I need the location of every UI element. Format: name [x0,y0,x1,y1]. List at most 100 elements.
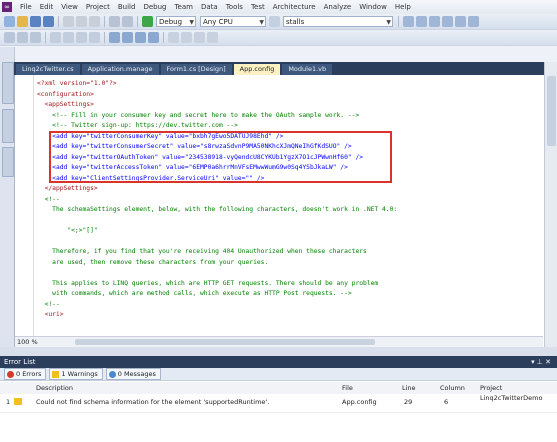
xml-debug-icon[interactable] [194,32,205,43]
vertical-scroll-thumb[interactable] [547,76,556,146]
code-line[interactable]: Therefore, if you find that you're recei… [37,247,367,256]
menu-item-view[interactable]: View [57,3,82,11]
code-line[interactable]: "<;>"[]" [37,226,97,235]
errors-filter-button[interactable]: 0 Errors [4,368,47,380]
code-line[interactable]: with commands, which are method calls, w… [37,289,352,298]
xml-schemas-icon[interactable] [168,32,179,43]
column-header-project[interactable]: Project [480,382,502,394]
code-line[interactable]: <!-- Twitter sign-up: https://dev.twitte… [37,121,238,130]
menu-item-window[interactable]: Window [355,3,391,11]
code-line[interactable]: </appSettings> [37,184,98,193]
horizontal-scroll-thumb[interactable] [75,339,375,345]
column-header-line[interactable]: Line [402,382,416,394]
save-icon[interactable] [30,16,41,27]
menu-item-build[interactable]: Build [114,3,140,11]
editor-vertical-scrollbar[interactable] [544,62,557,347]
code-line[interactable]: <!-- [37,195,60,204]
menu-item-file[interactable]: File [16,3,36,11]
menu-item-data[interactable]: Data [197,3,222,11]
previous-bookmark-icon[interactable] [122,32,133,43]
left-tool-strip [0,47,15,347]
menu-item-analyze[interactable]: Analyze [320,3,356,11]
menu-item-tools[interactable]: Tools [222,3,247,11]
pin-close-icons[interactable]: ▾ ⊥ ✕ [531,356,551,368]
save-all-icon[interactable] [43,16,54,27]
toggle-bookmark-icon[interactable] [109,32,120,43]
parameter-info-icon[interactable] [17,32,28,43]
table-row[interactable]: 1 Could not find schema information for … [0,394,557,412]
solution-explorer-icon[interactable] [403,16,414,27]
row-line: 29 [404,398,413,406]
code-editor[interactable]: <?xml version="1.0"?> <configuration> <ap… [14,75,544,347]
server-explorer-tab[interactable] [2,62,14,104]
word-completion-icon[interactable] [30,32,41,43]
properties-icon[interactable] [416,16,427,27]
document-tab[interactable]: Module1.vb [282,64,333,75]
open-file-icon[interactable] [17,16,28,27]
cut-icon[interactable] [63,16,74,27]
row-project: Linq2cTwitterDemo [480,394,543,402]
toolbox-tab[interactable] [2,109,14,143]
new-project-icon[interactable] [4,16,15,27]
menu-item-edit[interactable]: Edit [36,3,58,11]
column-header-description[interactable]: Description [36,382,73,394]
redo-icon[interactable] [122,16,133,27]
extension-manager-icon[interactable] [468,16,479,27]
code-line[interactable]: <uri> [37,310,64,319]
quick-info-icon[interactable] [4,32,15,43]
start-page-icon[interactable] [455,16,466,27]
menu-item-team[interactable]: Team [170,3,197,11]
code-line[interactable]: The schemaSettings element, below, with … [37,205,397,214]
increase-indent-icon[interactable] [63,32,74,43]
menu-item-test[interactable]: Test [247,3,269,11]
code-line[interactable]: <!-- Fill in your consumer key and secre… [37,111,359,120]
menu-item-help[interactable]: Help [391,3,415,11]
find-icon[interactable] [269,16,280,27]
solution-configuration-select[interactable]: Debug ▼ [156,16,196,27]
next-bookmark-icon[interactable] [135,32,146,43]
document-tab[interactable]: Application.manage [81,64,159,75]
panel-splitter[interactable] [0,347,557,356]
uncomment-lines-icon[interactable] [89,32,100,43]
start-debugging-icon[interactable] [142,16,153,27]
column-header-column[interactable]: Column [440,382,465,394]
code-line[interactable]: <!-- [37,300,60,309]
document-tab[interactable]: Form1.cs [Design] [160,64,232,75]
decrease-indent-icon[interactable] [50,32,61,43]
chevron-down-icon: ▼ [189,19,194,26]
copy-icon[interactable] [76,16,87,27]
message-icon [108,370,116,378]
paste-icon[interactable] [89,16,100,27]
warnings-filter-label: 1 Warnings [61,370,98,378]
solution-platform-select[interactable]: Any CPU ▼ [200,16,266,27]
column-header-file[interactable]: File [342,382,353,394]
messages-filter-button[interactable]: 0 Messages [105,368,161,380]
code-line[interactable]: This applies to LINQ queries, which are … [37,279,378,288]
clear-bookmarks-icon[interactable] [148,32,159,43]
row-column: 6 [444,398,449,406]
data-sources-tab[interactable] [2,147,14,177]
undo-icon[interactable] [109,16,120,27]
solution-configuration-value: Debug [159,18,183,26]
object-browser-icon[interactable] [429,16,440,27]
menu-item-project[interactable]: Project [82,3,114,11]
zoom-level[interactable]: 100 % [17,338,38,346]
warnings-filter-button[interactable]: 1 Warnings [49,368,103,380]
toolbox-icon[interactable] [442,16,453,27]
find-combo[interactable]: stalls ▼ [283,16,393,27]
xml-output-icon[interactable] [207,32,218,43]
code-line[interactable]: <configuration> [37,90,94,99]
find-combo-value: stalls [286,18,305,26]
editor-horizontal-scrollbar[interactable]: 100 % [15,336,543,347]
document-tab[interactable]: App.config [233,64,281,75]
document-tab[interactable]: Linq2cTwitter.cs [16,64,80,75]
code-line[interactable]: <?xml version="1.0"?> [37,79,117,88]
comment-lines-icon[interactable] [76,32,87,43]
menu-item-debug[interactable]: Debug [139,3,170,11]
code-line[interactable]: <appSettings> [37,100,94,109]
code-line[interactable]: are used, then remove these characters f… [37,258,268,267]
menu-item-architecture[interactable]: Architecture [269,3,320,11]
toolbar-separator [104,16,105,27]
xml-show-xslt-icon[interactable] [181,32,192,43]
error-list-panel: Error List ▾ ⊥ ✕ 0 Errors 1 Warnings 0 M… [0,356,557,442]
